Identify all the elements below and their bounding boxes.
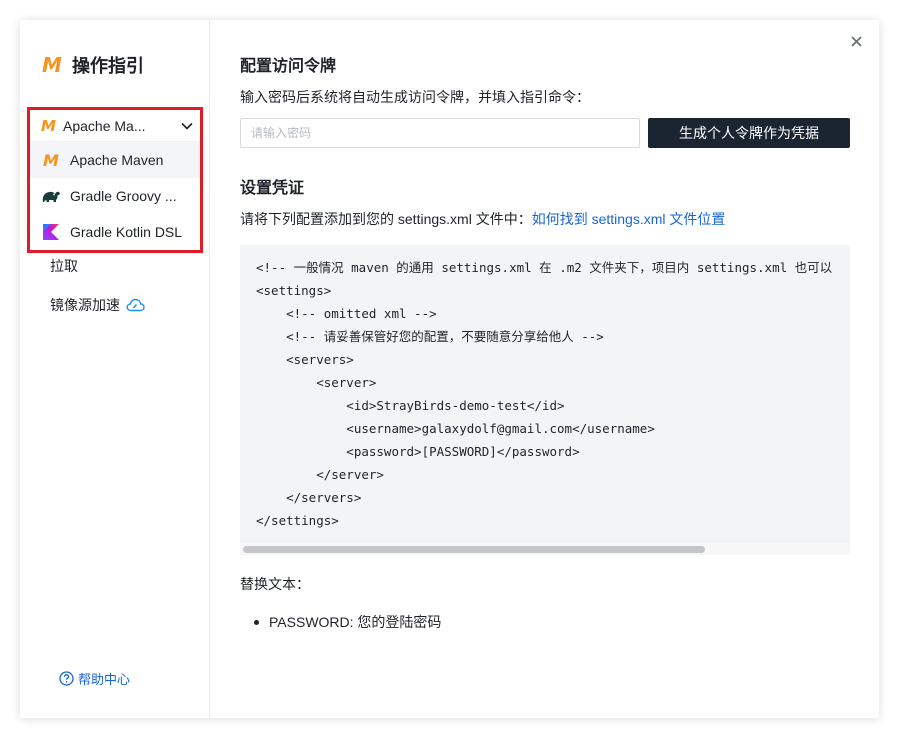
sidebar-title: M 操作指引 [42, 52, 144, 78]
password-input[interactable] [240, 118, 640, 148]
credential-section-title: 设置凭证 [240, 180, 305, 197]
dropdown-option-gradle-groovy[interactable]: Gradle Groovy ... [30, 178, 200, 214]
main-content: 配置访问令牌 输入密码后系统将自动生成访问令牌，并填入指引命令： 生成个人令牌作… [240, 20, 879, 718]
close-icon[interactable] [847, 32, 865, 50]
maven-logo-icon: M [42, 53, 62, 77]
settings-xml-location-link[interactable]: 如何找到 settings.xml 文件位置 [532, 211, 726, 227]
credential-desc-text: 请将下列配置添加到您的 settings.xml 文件中： [240, 211, 532, 227]
chevron-down-icon[interactable] [174, 116, 200, 136]
credential-section-desc: 请将下列配置添加到您的 settings.xml 文件中：如何找到 settin… [240, 209, 725, 229]
nav-item-mirror-acceleration[interactable]: 镜像源加速 [50, 295, 145, 315]
build-tool-select[interactable]: M Apache Ma... M Apache Maven Gradle Gro… [27, 107, 203, 253]
kotlin-icon [41, 222, 61, 242]
sidebar-title-text: 操作指引 [72, 56, 144, 76]
nav-item-mirror-label: 镜像源加速 [50, 297, 120, 313]
dropdown-option-gradle-kotlin[interactable]: Gradle Kotlin DSL [30, 214, 200, 250]
gradle-elephant-icon [41, 186, 61, 206]
code-content: <!-- 一般情况 maven 的通用 settings.xml 在 .m2 文… [256, 260, 833, 528]
bullet-dot [254, 619, 259, 625]
token-section-desc: 输入密码后系统将自动生成访问令牌，并填入指引命令： [240, 89, 590, 105]
dropdown-option-label: Gradle Kotlin DSL [70, 224, 183, 240]
token-section-title: 配置访问令牌 [240, 58, 337, 75]
nav-item-pull-label: 拉取 [50, 258, 78, 274]
help-center-link[interactable]: 帮助中心 [59, 669, 130, 688]
maven-icon: M [41, 116, 56, 135]
build-tool-select-trigger[interactable]: M Apache Ma... [30, 110, 200, 142]
code-horizontal-scrollbar[interactable] [240, 541, 850, 555]
dropdown-option-apache-maven[interactable]: M Apache Maven [30, 142, 200, 178]
help-circle-icon [59, 671, 74, 686]
sidebar: M 操作指引 M Apache Ma... M Apache Maven Gra… [20, 20, 210, 718]
settings-code-block[interactable]: <!-- 一般情况 maven 的通用 settings.xml 在 .m2 文… [240, 245, 850, 555]
generate-token-button[interactable]: 生成个人令牌作为凭据 [648, 118, 850, 148]
scrollbar-thumb[interactable] [243, 546, 705, 553]
replace-text-item-label: PASSWORD: 您的登陆密码 [269, 614, 442, 630]
replace-text-title: 替换文本： [240, 576, 310, 592]
dropdown-option-label: Gradle Groovy ... [70, 188, 177, 204]
replace-text-item: PASSWORD: 您的登陆密码 [254, 612, 441, 632]
maven-icon: M [43, 150, 59, 170]
build-tool-selected-value: Apache Ma... [63, 117, 146, 134]
guide-modal: M 操作指引 M Apache Ma... M Apache Maven Gra… [20, 20, 879, 718]
cloud-icon [126, 298, 145, 312]
help-center-label: 帮助中心 [78, 672, 131, 687]
dropdown-option-label: Apache Maven [70, 152, 164, 168]
nav-item-pull[interactable]: 拉取 [50, 256, 78, 276]
